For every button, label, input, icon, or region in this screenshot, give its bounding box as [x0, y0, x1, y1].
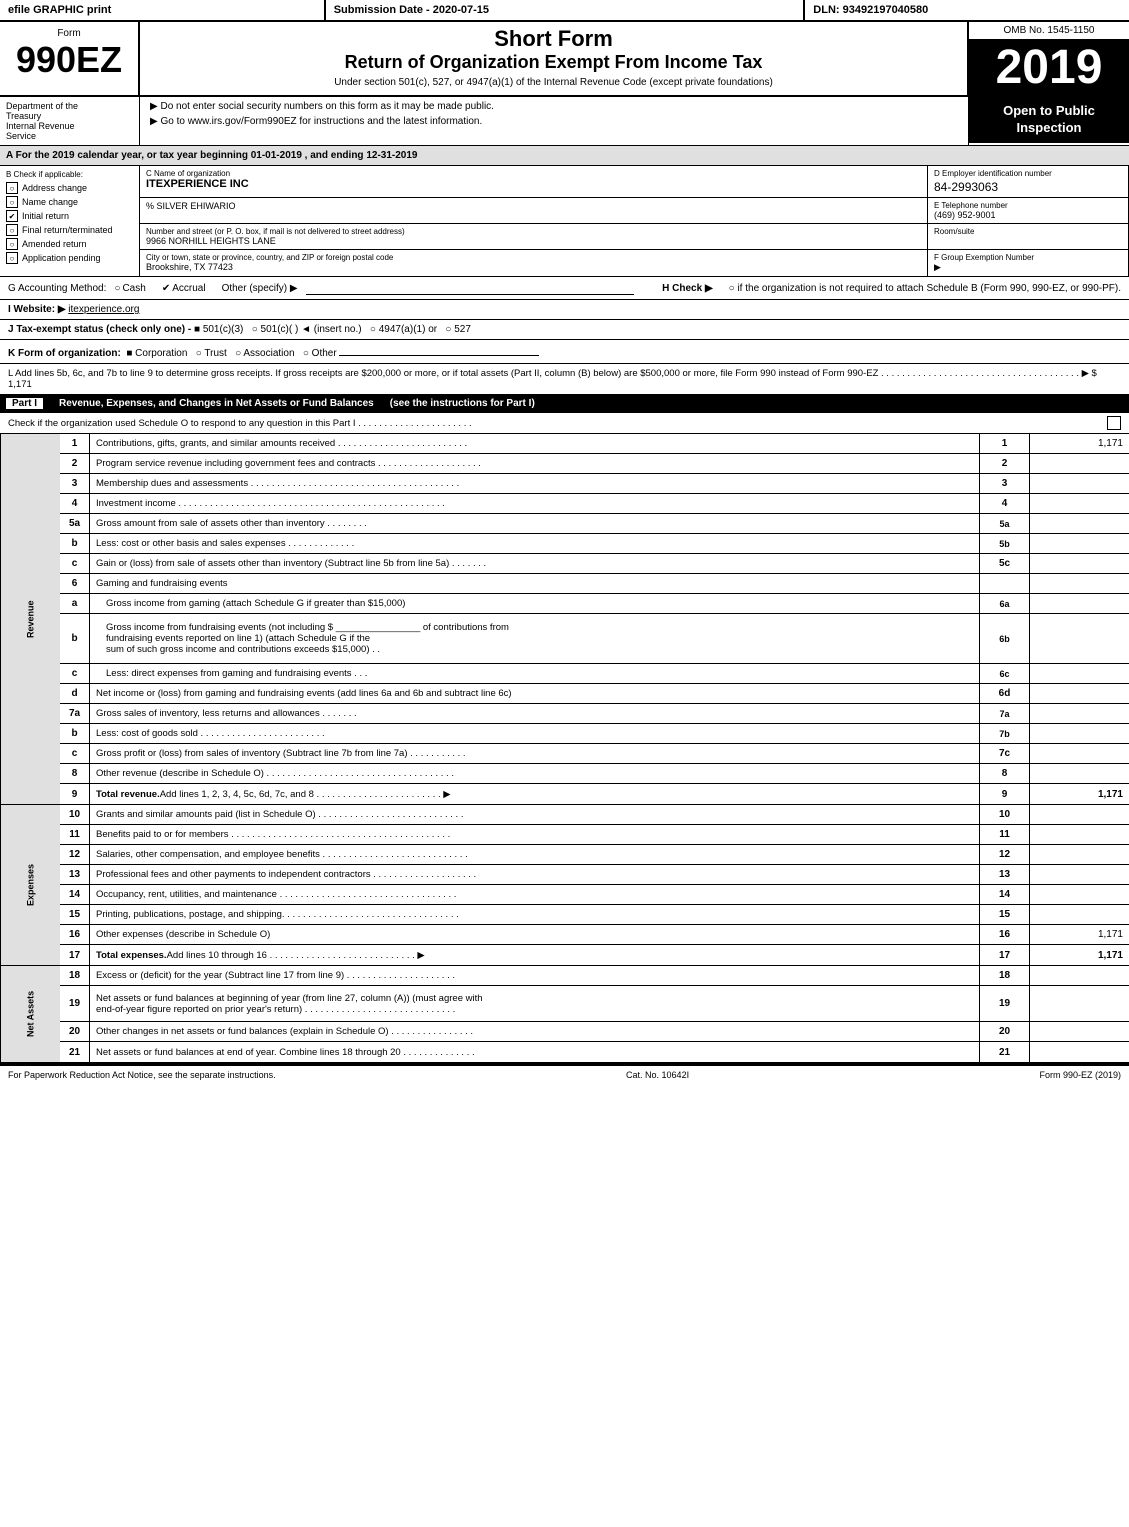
- expenses-label: Expenses: [0, 805, 60, 965]
- tax-year: 2019: [969, 40, 1129, 95]
- net-assets-label: Net Assets: [0, 966, 60, 1062]
- revenue-section: Revenue 1 Contributions, gifts, grants, …: [0, 434, 1129, 805]
- name-change-check: ○Name change: [6, 196, 133, 208]
- website-row: I Website: ▶ itexperience.org: [0, 300, 1129, 320]
- org-group-exemption: F Group Exemption Number ▶: [928, 250, 1128, 276]
- footer: For Paperwork Reduction Act Notice, see …: [0, 1064, 1129, 1084]
- table-row: d Net income or (loss) from gaming and f…: [60, 684, 1129, 704]
- org-city: City or town, state or province, country…: [140, 250, 928, 276]
- line-l: L Add lines 5b, 6c, and 7b to line 9 to …: [0, 364, 1129, 395]
- table-row: 18 Excess or (deficit) for the year (Sub…: [60, 966, 1129, 986]
- footer-left: For Paperwork Reduction Act Notice, see …: [8, 1070, 276, 1080]
- table-row: 3 Membership dues and assessments . . . …: [60, 474, 1129, 494]
- table-row: b Gross income from fundraising events (…: [60, 614, 1129, 664]
- notice-text: ▶ Do not enter social security numbers o…: [140, 97, 969, 145]
- table-row: 7a Gross sales of inventory, less return…: [60, 704, 1129, 724]
- form-main-title: Return of Organization Exempt From Incom…: [150, 52, 957, 73]
- org-attention: % SILVER EHIWARIO: [140, 198, 928, 223]
- table-row: 11 Benefits paid to or for members . . .…: [60, 825, 1129, 845]
- final-return-check: ○Final return/terminated: [6, 224, 133, 236]
- table-row: 6 Gaming and fundraising events: [60, 574, 1129, 594]
- table-row: 10 Grants and similar amounts paid (list…: [60, 805, 1129, 825]
- table-row: 14 Occupancy, rent, utilities, and maint…: [60, 885, 1129, 905]
- form-label: Form: [6, 28, 132, 39]
- table-row: 5a Gross amount from sale of assets othe…: [60, 514, 1129, 534]
- table-row: c Less: direct expenses from gaming and …: [60, 664, 1129, 684]
- footer-mid: Cat. No. 10642I: [626, 1070, 689, 1080]
- expenses-section: Expenses 10 Grants and similar amounts p…: [0, 805, 1129, 966]
- table-row: 1 Contributions, gifts, grants, and simi…: [60, 434, 1129, 454]
- form-short-title: Short Form: [150, 26, 957, 52]
- initial-return-check: ✔Initial return: [6, 210, 133, 222]
- org-name-box: C Name of organization ITEXPERIENCE INC: [140, 166, 928, 197]
- part-i-header: Part I Revenue, Expenses, and Changes in…: [0, 395, 1129, 413]
- table-row: 21 Net assets or fund balances at end of…: [60, 1042, 1129, 1062]
- application-pending-check: ○Application pending: [6, 252, 133, 264]
- form-number-box: Form 990EZ: [0, 22, 140, 95]
- form-990ez: 990EZ: [6, 39, 132, 81]
- table-row: 4 Investment income . . . . . . . . . . …: [60, 494, 1129, 514]
- footer-right: Form 990-EZ (2019): [1039, 1070, 1121, 1080]
- employer-id-box: D Employer identification number 84-2993…: [928, 166, 1128, 197]
- address-change-check: ○Address change: [6, 182, 133, 194]
- net-assets-section: Net Assets 18 Excess or (deficit) for th…: [0, 966, 1129, 1064]
- table-row: 16 Other expenses (describe in Schedule …: [60, 925, 1129, 945]
- efile-label: efile GRAPHIC print: [0, 0, 326, 20]
- table-row: c Gain or (loss) from sale of assets oth…: [60, 554, 1129, 574]
- accounting-method-row: G Accounting Method: ○ Cash ✔ Accrual Ot…: [0, 277, 1129, 300]
- table-row: 2 Program service revenue including gove…: [60, 454, 1129, 474]
- table-row: 20 Other changes in net assets or fund b…: [60, 1022, 1129, 1042]
- table-row: 17 Total expenses. Add lines 10 through …: [60, 945, 1129, 965]
- table-row: b Less: cost of goods sold . . . . . . .…: [60, 724, 1129, 744]
- check-column: B Check if applicable: ○Address change ○…: [0, 166, 140, 276]
- form-under-text: Under section 501(c), 527, or 4947(a)(1)…: [150, 77, 957, 88]
- schedule-o-check-line: Check if the organization used Schedule …: [0, 413, 1129, 434]
- table-row: 12 Salaries, other compensation, and emp…: [60, 845, 1129, 865]
- table-row: 19 Net assets or fund balances at beginn…: [60, 986, 1129, 1022]
- form-right-panel: OMB No. 1545-1150 2019: [969, 22, 1129, 95]
- org-info-main: C Name of organization ITEXPERIENCE INC …: [140, 166, 1129, 276]
- amended-return-check: ○Amended return: [6, 238, 133, 250]
- org-room: Room/suite: [928, 224, 1128, 249]
- org-telephone: E Telephone number (469) 952-9001: [928, 198, 1128, 223]
- table-row: 13 Professional fees and other payments …: [60, 865, 1129, 885]
- table-row: a Gross income from gaming (attach Sched…: [60, 594, 1129, 614]
- dln-number: DLN: 93492197040580: [805, 0, 1129, 20]
- section-a: A For the 2019 calendar year, or tax yea…: [0, 146, 1129, 166]
- revenue-label: Revenue: [0, 434, 60, 804]
- form-org-row: K Form of organization: ■ Corporation ○ …: [0, 340, 1129, 364]
- form-title-area: Short Form Return of Organization Exempt…: [140, 22, 969, 95]
- tax-status-row: J Tax-exempt status (check only one) - ■…: [0, 320, 1129, 340]
- table-row: 15 Printing, publications, postage, and …: [60, 905, 1129, 925]
- open-to-public-box: Open to Public Inspection: [969, 97, 1129, 145]
- schedule-o-checkbox[interactable]: [1107, 416, 1121, 430]
- omb-number: OMB No. 1545-1150: [969, 22, 1129, 40]
- submission-date: Submission Date - 2020-07-15: [326, 0, 806, 20]
- table-row: b Less: cost or other basis and sales ex…: [60, 534, 1129, 554]
- table-row: 8 Other revenue (describe in Schedule O)…: [60, 764, 1129, 784]
- dept-label: Department of the Treasury Internal Reve…: [0, 97, 140, 145]
- table-row: c Gross profit or (loss) from sales of i…: [60, 744, 1129, 764]
- table-row: 9 Total revenue. Add lines 1, 2, 3, 4, 5…: [60, 784, 1129, 804]
- website-link[interactable]: itexperience.org: [68, 304, 139, 315]
- org-street: Number and street (or P. O. box, if mail…: [140, 224, 928, 249]
